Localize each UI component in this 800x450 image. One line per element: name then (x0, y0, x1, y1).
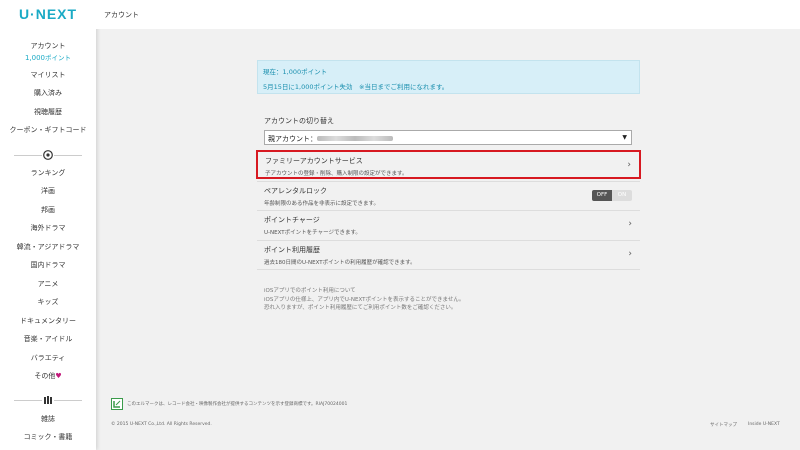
sidebar-item-variety[interactable]: バラエティ (0, 353, 96, 363)
points-expiry: 5月15日に1,000ポイント失効 ※当日までご利用になれます。 (263, 83, 449, 91)
sidebar: U·NEXT アカウント 1,000ポイント マイリスト 購入済み 視聴履歴 ク… (0, 0, 96, 450)
sidebar-item-other-label: その他 (34, 372, 56, 380)
sidebar-item-history[interactable]: 視聴履歴 (0, 107, 96, 117)
sidebar-item-other[interactable]: その他♥ (0, 371, 96, 381)
account-points: 1,000ポイント (0, 52, 96, 62)
book-section-icon (42, 394, 54, 406)
sidebar-item-coupon[interactable]: クーポン・ギフトコード (0, 125, 96, 135)
sidebar-item-music-idol[interactable]: 音楽・アイドル (0, 334, 96, 344)
sidebar-item-anime[interactable]: アニメ (0, 279, 96, 289)
sidebar-item-western-movies[interactable]: 洋画 (0, 186, 96, 196)
ios-note-line: iOSアプリの仕様上、アプリ内でU-NEXTポイントを表示することができません。 (264, 297, 465, 303)
sidebar-item-account[interactable]: アカウント (0, 41, 96, 51)
sidebar-item-documentary[interactable]: ドキュメンタリー (0, 316, 96, 326)
sidebar-item-domestic-drama[interactable]: 国内ドラマ (0, 260, 96, 270)
unext-logo[interactable]: U·NEXT (0, 6, 96, 22)
l-mark-note: このエルマークは、レコード会社・映像製作会社が提供するコンテンツを示す登録商標で… (127, 402, 348, 407)
family-account-service-row[interactable]: ファミリーアカウントサービス 子アカウントの登録・削除、購入制限の設定ができます… (256, 150, 641, 179)
sidebar-item-overseas-drama[interactable]: 海外ドラマ (0, 223, 96, 233)
sitemap-link[interactable]: サイトマップ (710, 422, 737, 428)
ios-note-line: 恐れ入りますが、ポイント利用履歴にてご利用ポイント数をご確認ください。 (264, 305, 457, 311)
toggle-on-option[interactable]: ON (612, 190, 632, 201)
row-desc: 年齢制限のある作品を非表示に設定できます。 (264, 201, 379, 207)
chevron-right-icon: › (628, 249, 632, 259)
row-desc: 過去180日間のU-NEXTポイントの利用履歴が確認できます。 (264, 260, 416, 266)
point-charge-row[interactable]: ポイントチャージ U-NEXTポイントをチャージできます。 › (257, 210, 640, 239)
account-switch-title: アカウントの切り替え (264, 117, 334, 125)
video-section-icon (42, 149, 54, 161)
points-value: 1,000 (24, 54, 46, 62)
sidebar-item-ranking[interactable]: ランキング (0, 168, 96, 178)
parental-lock-row: ペアレンタルロック 年齢制限のある作品を非表示に設定できます。 OFF ON (257, 181, 640, 210)
page-title: アカウント (104, 11, 139, 19)
account-select-label: 親アカウント： (268, 135, 317, 143)
toggle-off-option[interactable]: OFF (592, 190, 612, 201)
sidebar-item-magazine[interactable]: 雑誌 (0, 414, 96, 424)
row-title: ペアレンタルロック (264, 187, 327, 195)
chevron-right-icon: › (627, 160, 631, 170)
row-title: ファミリーアカウントサービス (265, 157, 363, 165)
sidebar-item-kids[interactable]: キッズ (0, 297, 96, 307)
inside-unext-link[interactable]: Inside U-NEXT (748, 422, 780, 427)
ios-note-title: iOSアプリでのポイント利用について (264, 288, 356, 294)
row-desc: 子アカウントの登録・削除、購入制限の設定ができます。 (265, 171, 408, 177)
points-unit: ポイント (45, 54, 72, 62)
sidebar-item-mylist[interactable]: マイリスト (0, 70, 96, 80)
parental-lock-toggle[interactable]: OFF ON (592, 190, 632, 201)
header: アカウント (96, 0, 800, 29)
points-notice: 現在：1,000ポイント 5月15日に1,000ポイント失効 ※当日までご利用に… (257, 60, 640, 94)
point-history-row[interactable]: ポイント利用履歴 過去180日間のU-NEXTポイントの利用履歴が確認できます。… (257, 240, 640, 270)
copyright: © 2015 U-NEXT Co.,Ltd. All Rights Reserv… (111, 422, 212, 427)
chevron-right-icon: › (628, 219, 632, 229)
l-mark-icon (111, 398, 123, 410)
masked-account-name (317, 136, 393, 141)
account-select[interactable]: 親アカウント： ▼ (264, 130, 632, 145)
row-title: ポイントチャージ (264, 216, 320, 224)
sidebar-item-japanese-movies[interactable]: 邦画 (0, 205, 96, 215)
row-title: ポイント利用履歴 (264, 246, 320, 254)
current-points: 現在：1,000ポイント (263, 68, 328, 76)
sidebar-item-purchased[interactable]: 購入済み (0, 88, 96, 98)
dropdown-caret-icon: ▼ (622, 134, 627, 141)
sidebar-item-comics-books[interactable]: コミック・書籍 (0, 432, 96, 442)
row-desc: U-NEXTポイントをチャージできます。 (264, 230, 361, 236)
heart-icon: ♥ (55, 372, 62, 380)
sidebar-item-asian-drama[interactable]: 韓流・アジアドラマ (0, 242, 96, 252)
